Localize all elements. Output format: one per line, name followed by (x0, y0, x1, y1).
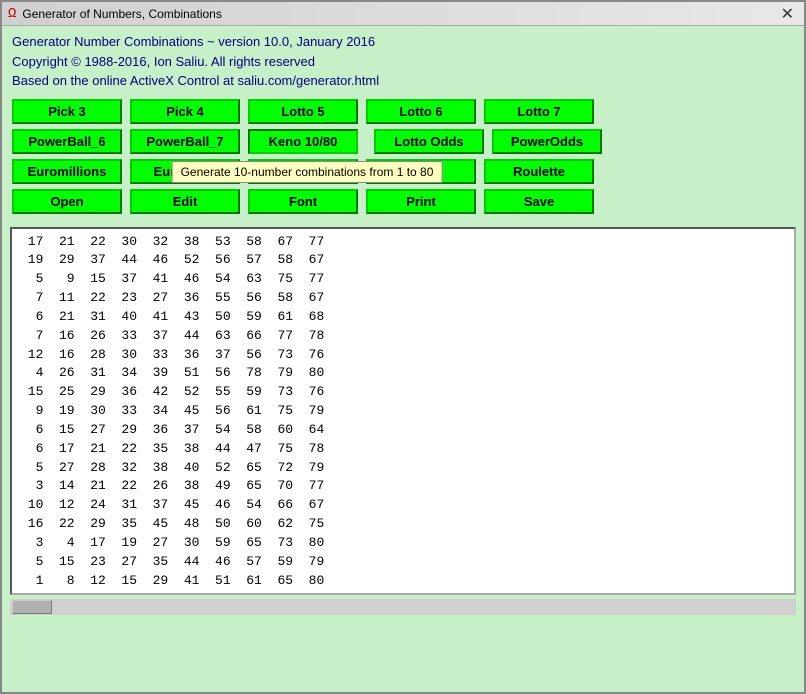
data-row: 4 26 31 34 39 51 56 78 79 80 (20, 364, 786, 383)
pick4-button[interactable]: Pick 4 (130, 99, 240, 124)
data-row: 17 21 22 30 32 38 53 58 67 77 (20, 233, 786, 252)
data-row: 19 29 37 44 46 52 56 57 58 67 (20, 251, 786, 270)
button-row-4: Open Edit Font Print Save (12, 189, 794, 214)
powerodds-button[interactable]: PowerOdds (492, 129, 602, 154)
bottom-scroll-thumb[interactable] (12, 600, 52, 614)
powerball7-button[interactable]: PowerBall_7 (130, 129, 240, 154)
open-button[interactable]: Open (12, 189, 122, 214)
button-row-3: Euromillions EuroOdds U.S. Bet Horses Ro… (12, 159, 794, 184)
edit-button[interactable]: Edit (130, 189, 240, 214)
data-row: 6 17 21 22 35 38 44 47 75 78 (20, 440, 786, 459)
data-row: 6 21 31 40 41 43 50 59 61 68 (20, 308, 786, 327)
button-row-1: Pick 3 Pick 4 Lotto 5 Lotto 6 Lotto 7 (12, 99, 794, 124)
data-row: 7 11 22 23 27 36 55 56 58 67 (20, 289, 786, 308)
data-row: 6 15 27 29 36 37 54 58 60 64 (20, 421, 786, 440)
button-row-2: PowerBall_6 PowerBall_7 Keno 10/80 Gener… (12, 129, 794, 154)
data-row: 7 16 26 33 37 44 63 66 77 78 (20, 327, 786, 346)
data-row: 3 4 17 19 27 30 59 65 73 80 (20, 534, 786, 553)
close-button[interactable]: ✕ (777, 4, 798, 24)
data-row: 1 8 12 15 29 41 51 61 65 80 (20, 572, 786, 591)
print-button[interactable]: Print (366, 189, 476, 214)
title-bar-left: Ω Generator of Numbers, Combinations (8, 6, 222, 22)
data-row: 5 27 28 32 38 40 52 65 72 79 (20, 459, 786, 478)
title-bar: Ω Generator of Numbers, Combinations ✕ (2, 2, 804, 26)
pick3-button[interactable]: Pick 3 (12, 99, 122, 124)
lottoodds-button[interactable]: Lotto Odds (374, 129, 484, 154)
data-row: 9 19 30 33 34 45 56 61 75 79 (20, 402, 786, 421)
save-button[interactable]: Save (484, 189, 594, 214)
lotto7-button[interactable]: Lotto 7 (484, 99, 594, 124)
data-row: 5 9 15 37 41 46 54 63 75 77 (20, 270, 786, 289)
app-icon: Ω (8, 6, 16, 22)
buttons-area: Pick 3 Pick 4 Lotto 5 Lotto 6 Lotto 7 Po… (2, 95, 804, 223)
lotto5-button[interactable]: Lotto 5 (248, 99, 358, 124)
data-row: 5 15 23 27 35 44 46 57 59 79 (20, 553, 786, 572)
data-row: 10 12 24 31 37 45 46 54 66 67 (20, 496, 786, 515)
data-row: 12 16 28 30 33 36 37 56 73 76 (20, 346, 786, 365)
powerball6-button[interactable]: PowerBall_6 (12, 129, 122, 154)
header-info: Generator Number Combinations ~ version … (2, 26, 804, 95)
data-row: 31 33 35 59 62 63 66 72 75 76 (20, 591, 786, 593)
title-text: Generator of Numbers, Combinations (22, 7, 221, 21)
data-row: 15 25 29 36 42 52 55 59 73 76 (20, 383, 786, 402)
horses-button[interactable]: Horses (366, 159, 476, 184)
usbet-button[interactable]: U.S. Bet (248, 159, 358, 184)
euromillions-button[interactable]: Euromillions (12, 159, 122, 184)
header-line1: Generator Number Combinations ~ version … (12, 32, 794, 52)
data-row: 3 14 21 22 26 38 49 65 70 77 (20, 477, 786, 496)
lotto6-button[interactable]: Lotto 6 (366, 99, 476, 124)
bottom-scrollbar[interactable] (10, 599, 796, 615)
header-line2: Copyright © 1988-2016, Ion Saliu. All ri… (12, 52, 794, 72)
roulette-button[interactable]: Roulette (484, 159, 594, 184)
keno-tooltip-container: Keno 10/80 Generate 10-number combinatio… (248, 129, 366, 154)
keno10-button[interactable]: Keno 10/80 (248, 129, 358, 154)
euroodds-button[interactable]: EuroOdds (130, 159, 240, 184)
data-area-wrapper: 17 21 22 30 32 38 53 58 67 77 19 29 37 4… (10, 227, 796, 595)
data-row: 16 22 29 35 45 48 50 60 62 75 (20, 515, 786, 534)
header-line3: Based on the online ActiveX Control at s… (12, 71, 794, 91)
font-button[interactable]: Font (248, 189, 358, 214)
data-area[interactable]: 17 21 22 30 32 38 53 58 67 77 19 29 37 4… (12, 229, 794, 593)
